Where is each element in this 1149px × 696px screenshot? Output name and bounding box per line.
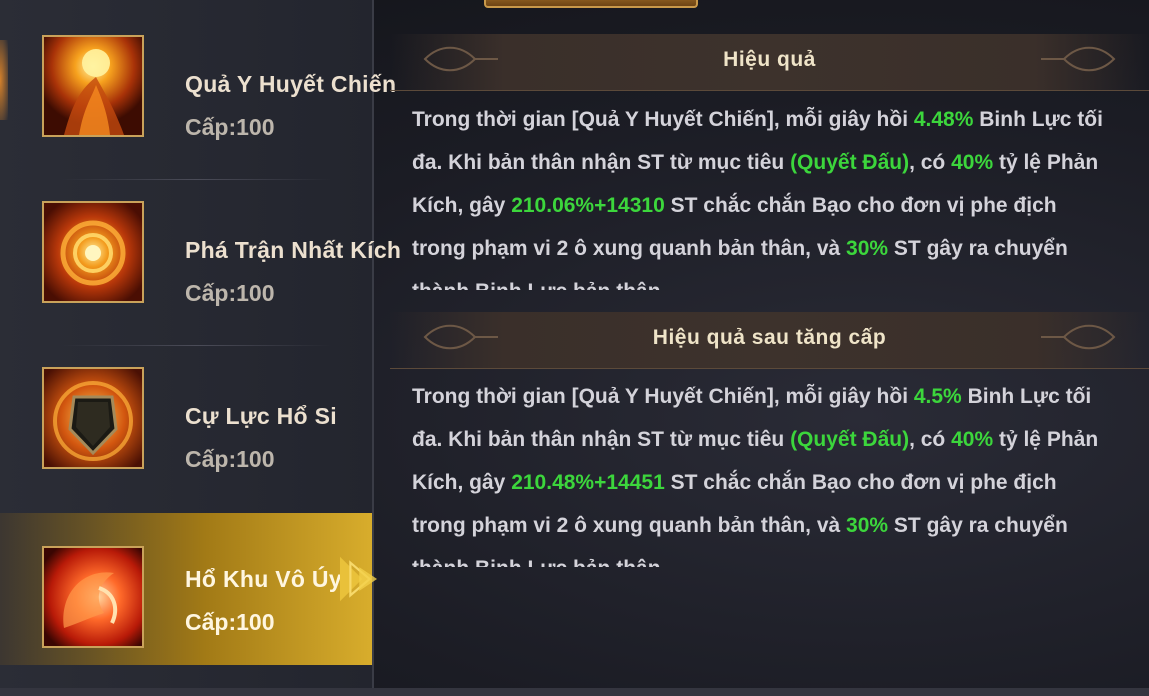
effect-description: Trong thời gian [Quả Y Huyết Chiến], mỗi… <box>412 98 1112 290</box>
skill-detail-panel: Hiệu quả Trong thời gian [Quả Y Huyết Ch… <box>390 30 1149 630</box>
ornament-right-icon <box>1041 324 1116 350</box>
description-text: , có <box>909 428 952 451</box>
selected-arrow-icon <box>340 556 378 602</box>
top-tab-decoration <box>484 0 698 8</box>
effect-header: Hiệu quả <box>390 34 1149 91</box>
skill-level: Cấp:100 <box>185 114 275 140</box>
skill-name: Phá Trận Nhất Kích <box>185 237 402 263</box>
highlight-value: 40% <box>951 428 994 451</box>
highlight-value: 40% <box>951 151 994 174</box>
fire-vortex-icon <box>42 201 144 303</box>
flame-fist-icon <box>42 35 144 137</box>
highlight-value: 30% <box>846 237 889 260</box>
skill-level: Cấp:100 <box>185 280 275 306</box>
tiger-flame-icon <box>42 546 144 648</box>
highlight-value: (Quyết Đấu) <box>790 428 910 451</box>
skill-name: Hổ Khu Vô Úy <box>185 566 342 592</box>
skill-item-3[interactable]: Cự Lực Hổ Si Cấp:100 <box>0 332 372 482</box>
upgrade-title: Hiệu quả sau tăng cấp <box>652 326 887 349</box>
skill-level: Cấp:100 <box>185 609 275 635</box>
upgrade-description: Trong thời gian [Quả Y Huyết Chiến], mỗi… <box>412 375 1112 567</box>
description-text: Trong thời gian [Quả Y Huyết Chiến], mỗi… <box>412 108 914 131</box>
bottom-bar <box>0 688 1149 696</box>
effect-title: Hiệu quả <box>723 48 816 71</box>
skill-sidebar: Quả Y Huyết Chiến Cấp:100 Phá Trận Nhất … <box>0 0 401 696</box>
highlight-value: 4.5% <box>913 385 962 408</box>
highlight-value: 210.48%+14451 <box>511 471 665 494</box>
upgrade-header: Hiệu quả sau tăng cấp <box>390 312 1149 369</box>
skill-item-2[interactable]: Phá Trận Nhất Kích Cấp:100 <box>0 166 401 346</box>
skill-item-1[interactable]: Quả Y Huyết Chiến Cấp:100 <box>0 0 396 180</box>
skill-name: Cự Lực Hổ Si <box>185 403 337 429</box>
fire-shield-icon <box>42 367 144 469</box>
description-text: Trong thời gian [Quả Y Huyết Chiến], mỗi… <box>412 385 914 408</box>
highlight-value: 30% <box>846 514 889 537</box>
skill-item-4[interactable]: Hổ Khu Vô Úy Cấp:100 <box>0 513 372 665</box>
highlight-value: 210.06%+14310 <box>511 194 665 217</box>
highlight-value: (Quyết Đấu) <box>790 151 910 174</box>
skill-level: Cấp:100 <box>185 446 275 472</box>
ornament-right-icon <box>1041 46 1116 72</box>
description-text: , có <box>909 151 952 174</box>
highlight-value: 4.48% <box>913 108 974 131</box>
skill-name: Quả Y Huyết Chiến <box>185 71 397 97</box>
